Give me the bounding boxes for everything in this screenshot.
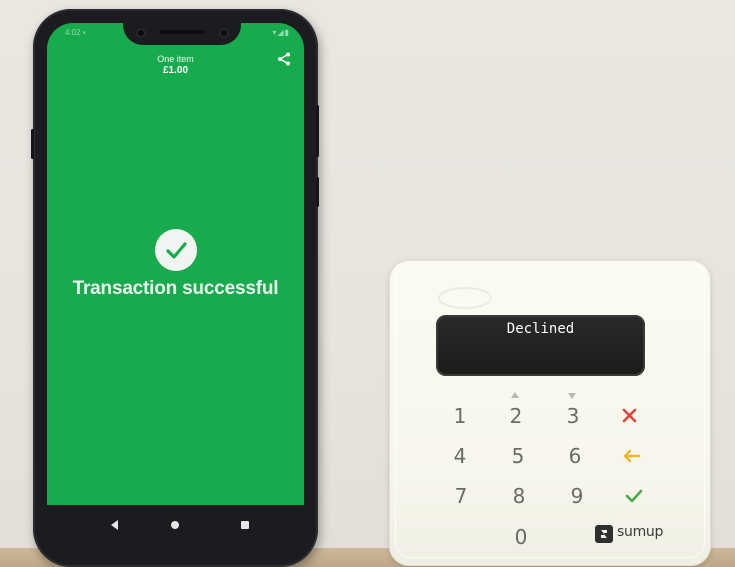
phone-side-button	[31, 129, 34, 159]
phone-screen: 4:02 ▪ ▾◢▮ One item £1.00 Transaction su…	[47, 23, 304, 505]
share-icon[interactable]	[276, 51, 292, 67]
front-camera-right	[219, 28, 229, 38]
contactless-zone	[438, 287, 492, 309]
phone-notch	[123, 23, 241, 45]
front-camera-left	[136, 28, 146, 38]
home-icon[interactable]	[165, 515, 185, 535]
down-arrow-indicator	[568, 393, 576, 399]
android-nav-bar	[47, 505, 304, 547]
status-bar-left: 4:02 ▪	[65, 28, 86, 37]
backspace-arrow-icon	[623, 449, 641, 463]
key-8[interactable]: 8	[504, 483, 534, 509]
order-amount: £1.00	[162, 65, 189, 76]
key-3[interactable]: 3	[558, 403, 588, 429]
cancel-key[interactable]	[615, 403, 645, 429]
key-7[interactable]: 7	[446, 483, 476, 509]
earpiece-speaker	[159, 30, 205, 34]
key-9[interactable]: 9	[562, 483, 592, 509]
sumup-wordmark: sumup	[617, 524, 664, 540]
reader-display-text: Declined	[506, 321, 575, 337]
smartphone: 4:02 ▪ ▾◢▮ One item £1.00 Transaction su…	[31, 9, 319, 567]
status-bar-right: ▾◢▮	[272, 28, 290, 37]
key-6[interactable]: 6	[560, 443, 590, 469]
reader-display: Declined	[436, 315, 645, 376]
key-5[interactable]: 5	[503, 443, 533, 469]
phone-volume-button	[316, 105, 319, 157]
transaction-status-text: Transaction successful	[72, 278, 279, 299]
back-icon[interactable]	[105, 515, 125, 535]
key-1[interactable]: 1	[445, 403, 475, 429]
check-icon	[166, 242, 187, 259]
key-4[interactable]: 4	[445, 443, 475, 469]
success-badge	[155, 229, 197, 271]
order-summary-title: One item	[157, 54, 194, 64]
up-arrow-indicator	[511, 392, 519, 398]
correction-key[interactable]	[617, 443, 647, 469]
key-2[interactable]: 2	[501, 403, 531, 429]
confirm-check-icon	[625, 489, 643, 503]
card-reader: Declined 1 2 3 4 5 6 7 8 9 0 sumup	[389, 260, 711, 566]
confirm-key[interactable]	[619, 483, 649, 509]
recents-icon[interactable]	[235, 515, 255, 535]
cancel-x-icon	[622, 408, 637, 423]
phone-power-button	[316, 177, 319, 207]
sumup-logo-mark	[595, 525, 613, 543]
key-0[interactable]: 0	[506, 524, 536, 550]
